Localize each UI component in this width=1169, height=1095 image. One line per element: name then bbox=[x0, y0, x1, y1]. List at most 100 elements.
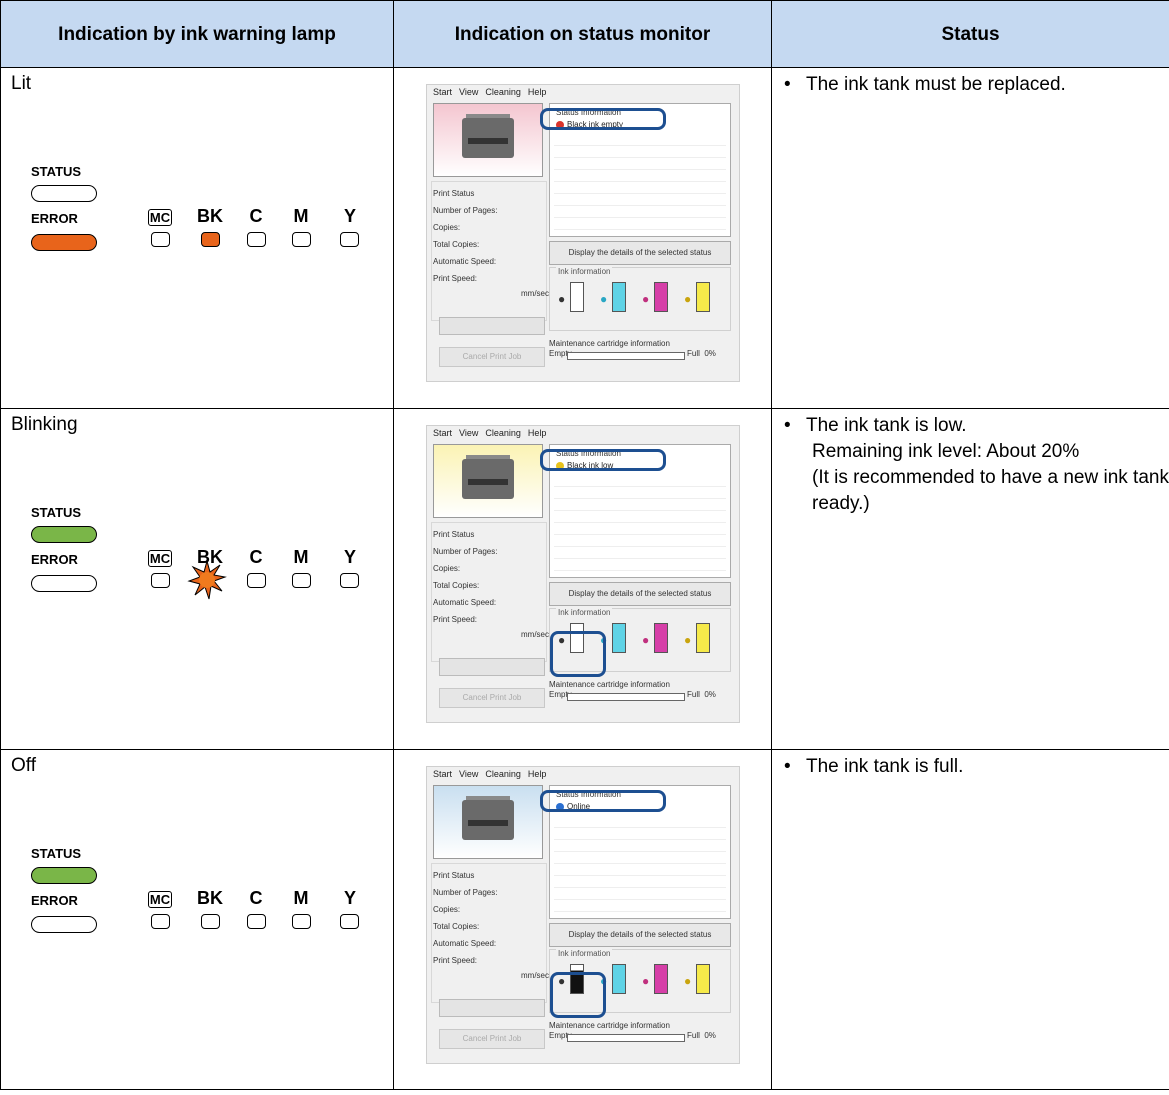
status-message-highlight bbox=[540, 449, 666, 471]
status-detail: (It is recommended to have a new ink tan… bbox=[812, 467, 1169, 514]
monitor-menu-item[interactable]: Cleaning bbox=[485, 428, 521, 438]
bk-lamp bbox=[201, 914, 220, 929]
table-row: Off STATUS ERROR MC BK C M Y Start View Cl… bbox=[0, 749, 1169, 1090]
monitor-menu-item[interactable]: Cleaning bbox=[485, 87, 521, 97]
maintenance-full-label: Full 0% bbox=[687, 690, 716, 699]
monitor-field-label: Print Speed: bbox=[433, 274, 478, 283]
status-bullet: The ink tank is full. bbox=[784, 754, 1169, 780]
status-lamp bbox=[31, 185, 97, 202]
c-label: C bbox=[249, 547, 263, 567]
maintenance-title: Maintenance cartridge information bbox=[549, 339, 670, 348]
monitor-cell: Start View Cleaning Help Status Information… bbox=[393, 67, 772, 409]
monitor-field-label: Copies: bbox=[433, 223, 461, 232]
maintenance-title: Maintenance cartridge information bbox=[549, 1021, 670, 1030]
maintenance-full-label: Full 0% bbox=[687, 349, 716, 358]
c-label: C bbox=[249, 888, 263, 908]
status-cell: The ink tank is low.Remaining ink level:… bbox=[771, 408, 1169, 750]
maintenance-full-label: Full 0% bbox=[687, 1031, 716, 1040]
monitor-menu-item[interactable]: Start bbox=[433, 428, 452, 438]
ink-drop-icon: ● bbox=[642, 974, 650, 988]
monitor-cell: Start View Cleaning Help Status Information… bbox=[393, 408, 772, 750]
black-tank-highlight bbox=[550, 972, 606, 1018]
print-status-fields: Print Status Number of Pages: Copies: Total… bbox=[433, 526, 545, 628]
lamp-cell: Blinking STATUS ERROR MC BK C M Y bbox=[0, 408, 394, 750]
monitor-field-label: Print Status bbox=[433, 530, 475, 539]
status-bullet: The ink tank is low. bbox=[784, 413, 1169, 439]
monitor-menu-item[interactable]: Help bbox=[528, 428, 547, 438]
monitor-field-label: Number of Pages: bbox=[433, 547, 498, 556]
monitor-menu-item[interactable]: Start bbox=[433, 769, 452, 779]
m-lamp bbox=[292, 232, 311, 247]
status-lamp bbox=[31, 867, 97, 884]
ink-tank-indicator bbox=[654, 964, 668, 994]
table-row: Lit STATUS ERROR MC BK C M Y Start View Cl… bbox=[0, 67, 1169, 409]
print-status-fields: Print Status Number of Pages: Copies: Total… bbox=[433, 867, 545, 969]
monitor-field-label: Number of Pages: bbox=[433, 888, 498, 897]
monitor-menu-item[interactable]: View bbox=[459, 428, 478, 438]
c-lamp bbox=[247, 573, 266, 588]
m-label: M bbox=[293, 547, 309, 567]
header-lamp: Indication by ink warning lamp bbox=[0, 0, 394, 68]
bk-label: BK bbox=[197, 888, 223, 908]
printer-image bbox=[433, 103, 543, 177]
cancel-print-job-button[interactable]: Cancel Print Job bbox=[439, 688, 545, 708]
ink-warning-table: Indication by ink warning lamp Indicatio… bbox=[0, 0, 1169, 1090]
print-speed-box bbox=[439, 658, 545, 676]
table-row: Blinking STATUS ERROR MC BK C M Y Start V… bbox=[0, 408, 1169, 750]
error-lamp bbox=[31, 234, 97, 251]
mm-sec-unit: mm/sec bbox=[521, 971, 549, 980]
status-label: STATUS bbox=[31, 505, 82, 520]
ink-drop-icon: ● bbox=[642, 292, 650, 306]
ink-tank-indicator bbox=[654, 282, 668, 312]
y-label: Y bbox=[343, 888, 356, 908]
y-label: Y bbox=[343, 547, 356, 567]
monitor-menubar: Start View Cleaning Help bbox=[433, 428, 553, 438]
monitor-field-label: Print Speed: bbox=[433, 615, 478, 624]
ink-information-title: Ink information bbox=[556, 608, 613, 617]
maintenance-progress-bar bbox=[567, 693, 685, 701]
header-row: Indication by ink warning lamp Indicatio… bbox=[0, 0, 1169, 68]
status-label: STATUS bbox=[31, 846, 82, 861]
cancel-print-job-button[interactable]: Cancel Print Job bbox=[439, 1029, 545, 1049]
error-lamp bbox=[31, 575, 97, 592]
print-speed-box bbox=[439, 999, 545, 1017]
error-lamp bbox=[31, 916, 97, 933]
c-label: C bbox=[249, 206, 263, 226]
m-lamp bbox=[292, 573, 311, 588]
monitor-menu-item[interactable]: Help bbox=[528, 769, 547, 779]
error-label: ERROR bbox=[31, 211, 78, 226]
lamp-cell: Lit STATUS ERROR MC BK C M Y bbox=[0, 67, 394, 409]
ink-information-panel: Ink information ● ● ● ● bbox=[549, 267, 731, 331]
c-lamp bbox=[247, 914, 266, 929]
monitor-cell: Start View Cleaning Help Status Information… bbox=[393, 749, 772, 1090]
m-label: M bbox=[293, 206, 309, 226]
cancel-print-job-button[interactable]: Cancel Print Job bbox=[439, 347, 545, 367]
monitor-menu-item[interactable]: Cleaning bbox=[485, 769, 521, 779]
monitor-menu-item[interactable]: View bbox=[459, 769, 478, 779]
c-lamp bbox=[247, 232, 266, 247]
ink-tank-indicator bbox=[612, 964, 626, 994]
mc-lamp bbox=[151, 573, 170, 588]
monitor-menu-item[interactable]: Help bbox=[528, 87, 547, 97]
monitor-menu-item[interactable]: View bbox=[459, 87, 478, 97]
ink-tank-indicator bbox=[612, 623, 626, 653]
display-details-button[interactable]: Display the details of the selected stat… bbox=[549, 923, 731, 947]
error-label: ERROR bbox=[31, 893, 78, 908]
mc-lamp bbox=[151, 914, 170, 929]
y-lamp bbox=[340, 232, 359, 247]
display-details-button[interactable]: Display the details of the selected stat… bbox=[549, 582, 731, 606]
monitor-field-label: Automatic Speed: bbox=[433, 598, 497, 607]
ink-information-title: Ink information bbox=[556, 949, 613, 958]
ink-tank-indicator bbox=[696, 282, 710, 312]
status-cell: The ink tank must be replaced. bbox=[771, 67, 1169, 409]
monitor-field-label: Print Speed: bbox=[433, 956, 478, 965]
black-tank-highlight bbox=[550, 631, 606, 677]
ink-drop-icon: ● bbox=[558, 292, 566, 306]
bk-blinking-lamp-icon bbox=[187, 559, 227, 600]
status-detail: Remaining ink level: About 20% bbox=[812, 441, 1080, 462]
monitor-field-label: Copies: bbox=[433, 564, 461, 573]
display-details-button[interactable]: Display the details of the selected stat… bbox=[549, 241, 731, 265]
status-label: STATUS bbox=[31, 164, 82, 179]
monitor-field-label: Total Copies: bbox=[433, 581, 480, 590]
monitor-menu-item[interactable]: Start bbox=[433, 87, 452, 97]
